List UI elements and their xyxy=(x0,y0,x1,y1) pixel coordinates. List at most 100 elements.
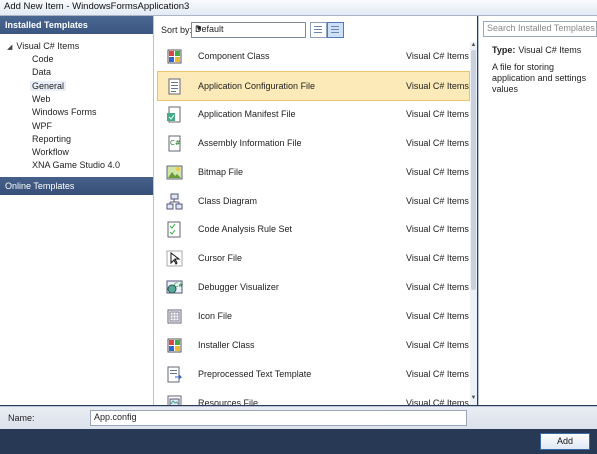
installed-templates-header[interactable]: Installed Templates xyxy=(0,16,153,34)
template-row[interactable]: Installer Class Visual C# Items xyxy=(158,331,469,359)
tree-item-workflow[interactable]: Workflow xyxy=(32,147,69,157)
search-placeholder: Search Installed Templates xyxy=(487,23,595,33)
template-row[interactable]: Component Class Visual C# Items xyxy=(158,42,469,70)
template-category: Visual C# Items xyxy=(406,108,469,119)
window-title: Add New Item - WindowsFormsApplication3 xyxy=(4,1,190,12)
template-list-scrollbar[interactable]: ▲ ▼ xyxy=(470,42,477,405)
template-category: Visual C# Items xyxy=(406,311,469,322)
text-template-icon xyxy=(166,366,183,383)
sort-toolbar: Sort by: Default ▼ xyxy=(154,16,477,42)
template-name: Bitmap File xyxy=(198,166,244,177)
tree-root-label: Visual C# Items xyxy=(16,41,80,51)
template-name: Application Configuration File xyxy=(198,80,316,91)
search-input[interactable]: Search Installed Templates xyxy=(483,21,597,37)
sort-dropdown[interactable]: Default ▼ xyxy=(191,22,306,38)
sort-label: Sort by: xyxy=(161,25,193,35)
debugger-visualizer-icon: C# xyxy=(166,279,183,296)
icon-file-icon xyxy=(166,308,183,325)
tree-item-wpf[interactable]: WPF xyxy=(32,121,52,131)
scroll-down-icon[interactable]: ▼ xyxy=(470,395,477,403)
details-view-icon xyxy=(331,26,339,33)
rule-set-icon xyxy=(166,221,183,238)
tree-item-code[interactable]: Code xyxy=(32,54,54,64)
template-name: Debugger Visualizer xyxy=(198,282,279,293)
button-bar: Add xyxy=(0,429,597,454)
resources-file-icon xyxy=(166,395,183,405)
chevron-down-icon: ▼ xyxy=(195,24,203,33)
title-bar: Add New Item - WindowsFormsApplication3 xyxy=(0,0,597,16)
template-row[interactable]: Application Configuration File Visual C# … xyxy=(157,70,470,101)
template-row[interactable]: Icon File Visual C# Items xyxy=(158,302,469,330)
template-category: Visual C# Items xyxy=(406,282,469,293)
template-category: Visual C# Items xyxy=(406,51,469,61)
template-row[interactable]: Bitmap File Visual C# Items xyxy=(158,158,469,186)
template-name: Component Class xyxy=(198,51,270,61)
templates-pane: Sort by: Default ▼ Component Class Visual… xyxy=(154,16,477,405)
details-pane: Search Installed Templates Type: Visual C… xyxy=(478,16,597,405)
template-name: Class Diagram xyxy=(198,195,258,206)
name-value: App.config xyxy=(94,412,137,422)
tree-item-web[interactable]: Web xyxy=(32,94,50,104)
component-class-icon xyxy=(166,48,183,65)
collapse-arrow-icon[interactable]: ◢ xyxy=(7,44,12,51)
template-category: Visual C# Items xyxy=(406,224,469,235)
online-templates-header[interactable]: Online Templates xyxy=(0,177,153,195)
tree-item-general[interactable]: General xyxy=(30,80,67,91)
tree-item-reporting[interactable]: Reporting xyxy=(32,134,71,144)
type-value: Visual C# Items xyxy=(518,45,582,55)
tree-item-data[interactable]: Data xyxy=(32,67,51,77)
template-category: Visual C# Items xyxy=(406,397,469,405)
manifest-file-icon xyxy=(166,106,183,123)
template-category: Visual C# Items xyxy=(406,368,469,379)
template-category: Visual C# Items xyxy=(406,166,469,177)
scroll-up-icon[interactable]: ▲ xyxy=(470,42,477,50)
template-name: Code Analysis Rule Set xyxy=(198,224,293,235)
template-name: Assembly Information File xyxy=(198,137,302,148)
name-bar: Name: App.config xyxy=(0,406,597,429)
class-diagram-icon xyxy=(166,193,183,210)
template-row[interactable]: Class Diagram Visual C# Items xyxy=(158,187,469,215)
type-line: Type: Visual C# Items xyxy=(492,45,581,55)
template-row[interactable]: Preprocessed Text Template Visual C# Item… xyxy=(158,360,469,388)
online-templates-label: Online Templates xyxy=(5,181,75,191)
assembly-info-icon: C# xyxy=(166,135,183,152)
template-row[interactable]: Resources File Visual C# Items xyxy=(158,389,469,405)
template-row[interactable]: Application Manifest File Visual C# Items xyxy=(158,100,469,128)
add-button[interactable]: Add xyxy=(540,433,590,450)
template-name: Application Manifest File xyxy=(198,108,296,119)
template-category: Visual C# Items xyxy=(406,253,469,264)
tree-item-xna-game-studio-4-0[interactable]: XNA Game Studio 4.0 xyxy=(32,160,120,170)
template-description: A file for storing application and setti… xyxy=(492,62,587,94)
template-category: Visual C# Items xyxy=(406,137,469,148)
template-row[interactable]: C# Assembly Information File Visual C# Ite… xyxy=(158,129,469,157)
template-name: Resources File xyxy=(198,397,259,405)
template-list: Component Class Visual C# Items Applicatio… xyxy=(154,42,470,405)
template-categories-pane: Installed Templates ◢ Visual C# Items Cod… xyxy=(0,16,154,405)
svg-text:C#: C# xyxy=(170,139,181,147)
tree-root-visual-csharp[interactable]: ◢ Visual C# Items xyxy=(7,41,79,51)
type-label: Type: xyxy=(492,45,516,55)
installer-class-icon xyxy=(166,337,183,354)
cursor-file-icon xyxy=(166,250,183,267)
template-name: Cursor File xyxy=(198,253,243,264)
details-view-button[interactable] xyxy=(327,22,344,38)
svg-text:C#: C# xyxy=(174,282,183,289)
template-row[interactable]: Code Analysis Rule Set Visual C# Items xyxy=(158,215,469,243)
list-view-icon xyxy=(314,26,322,33)
template-name: Installer Class xyxy=(198,340,255,350)
template-category: Visual C# Items xyxy=(406,340,469,350)
template-row[interactable]: Cursor File Visual C# Items xyxy=(158,244,469,272)
template-row[interactable]: C# Debugger Visualizer Visual C# Items xyxy=(158,273,469,301)
template-category: Visual C# Items xyxy=(406,195,469,206)
config-file-icon xyxy=(166,78,183,95)
list-view-button[interactable] xyxy=(310,22,327,38)
bitmap-file-icon xyxy=(166,164,183,181)
template-name: Preprocessed Text Template xyxy=(198,368,312,379)
template-name: Icon File xyxy=(198,311,233,322)
name-label: Name: xyxy=(8,413,35,423)
installed-templates-label: Installed Templates xyxy=(5,20,88,30)
name-field[interactable]: App.config xyxy=(90,410,467,426)
template-category: Visual C# Items xyxy=(406,80,469,91)
scroll-thumb[interactable] xyxy=(471,50,476,290)
tree-item-windows-forms[interactable]: Windows Forms xyxy=(32,107,97,117)
